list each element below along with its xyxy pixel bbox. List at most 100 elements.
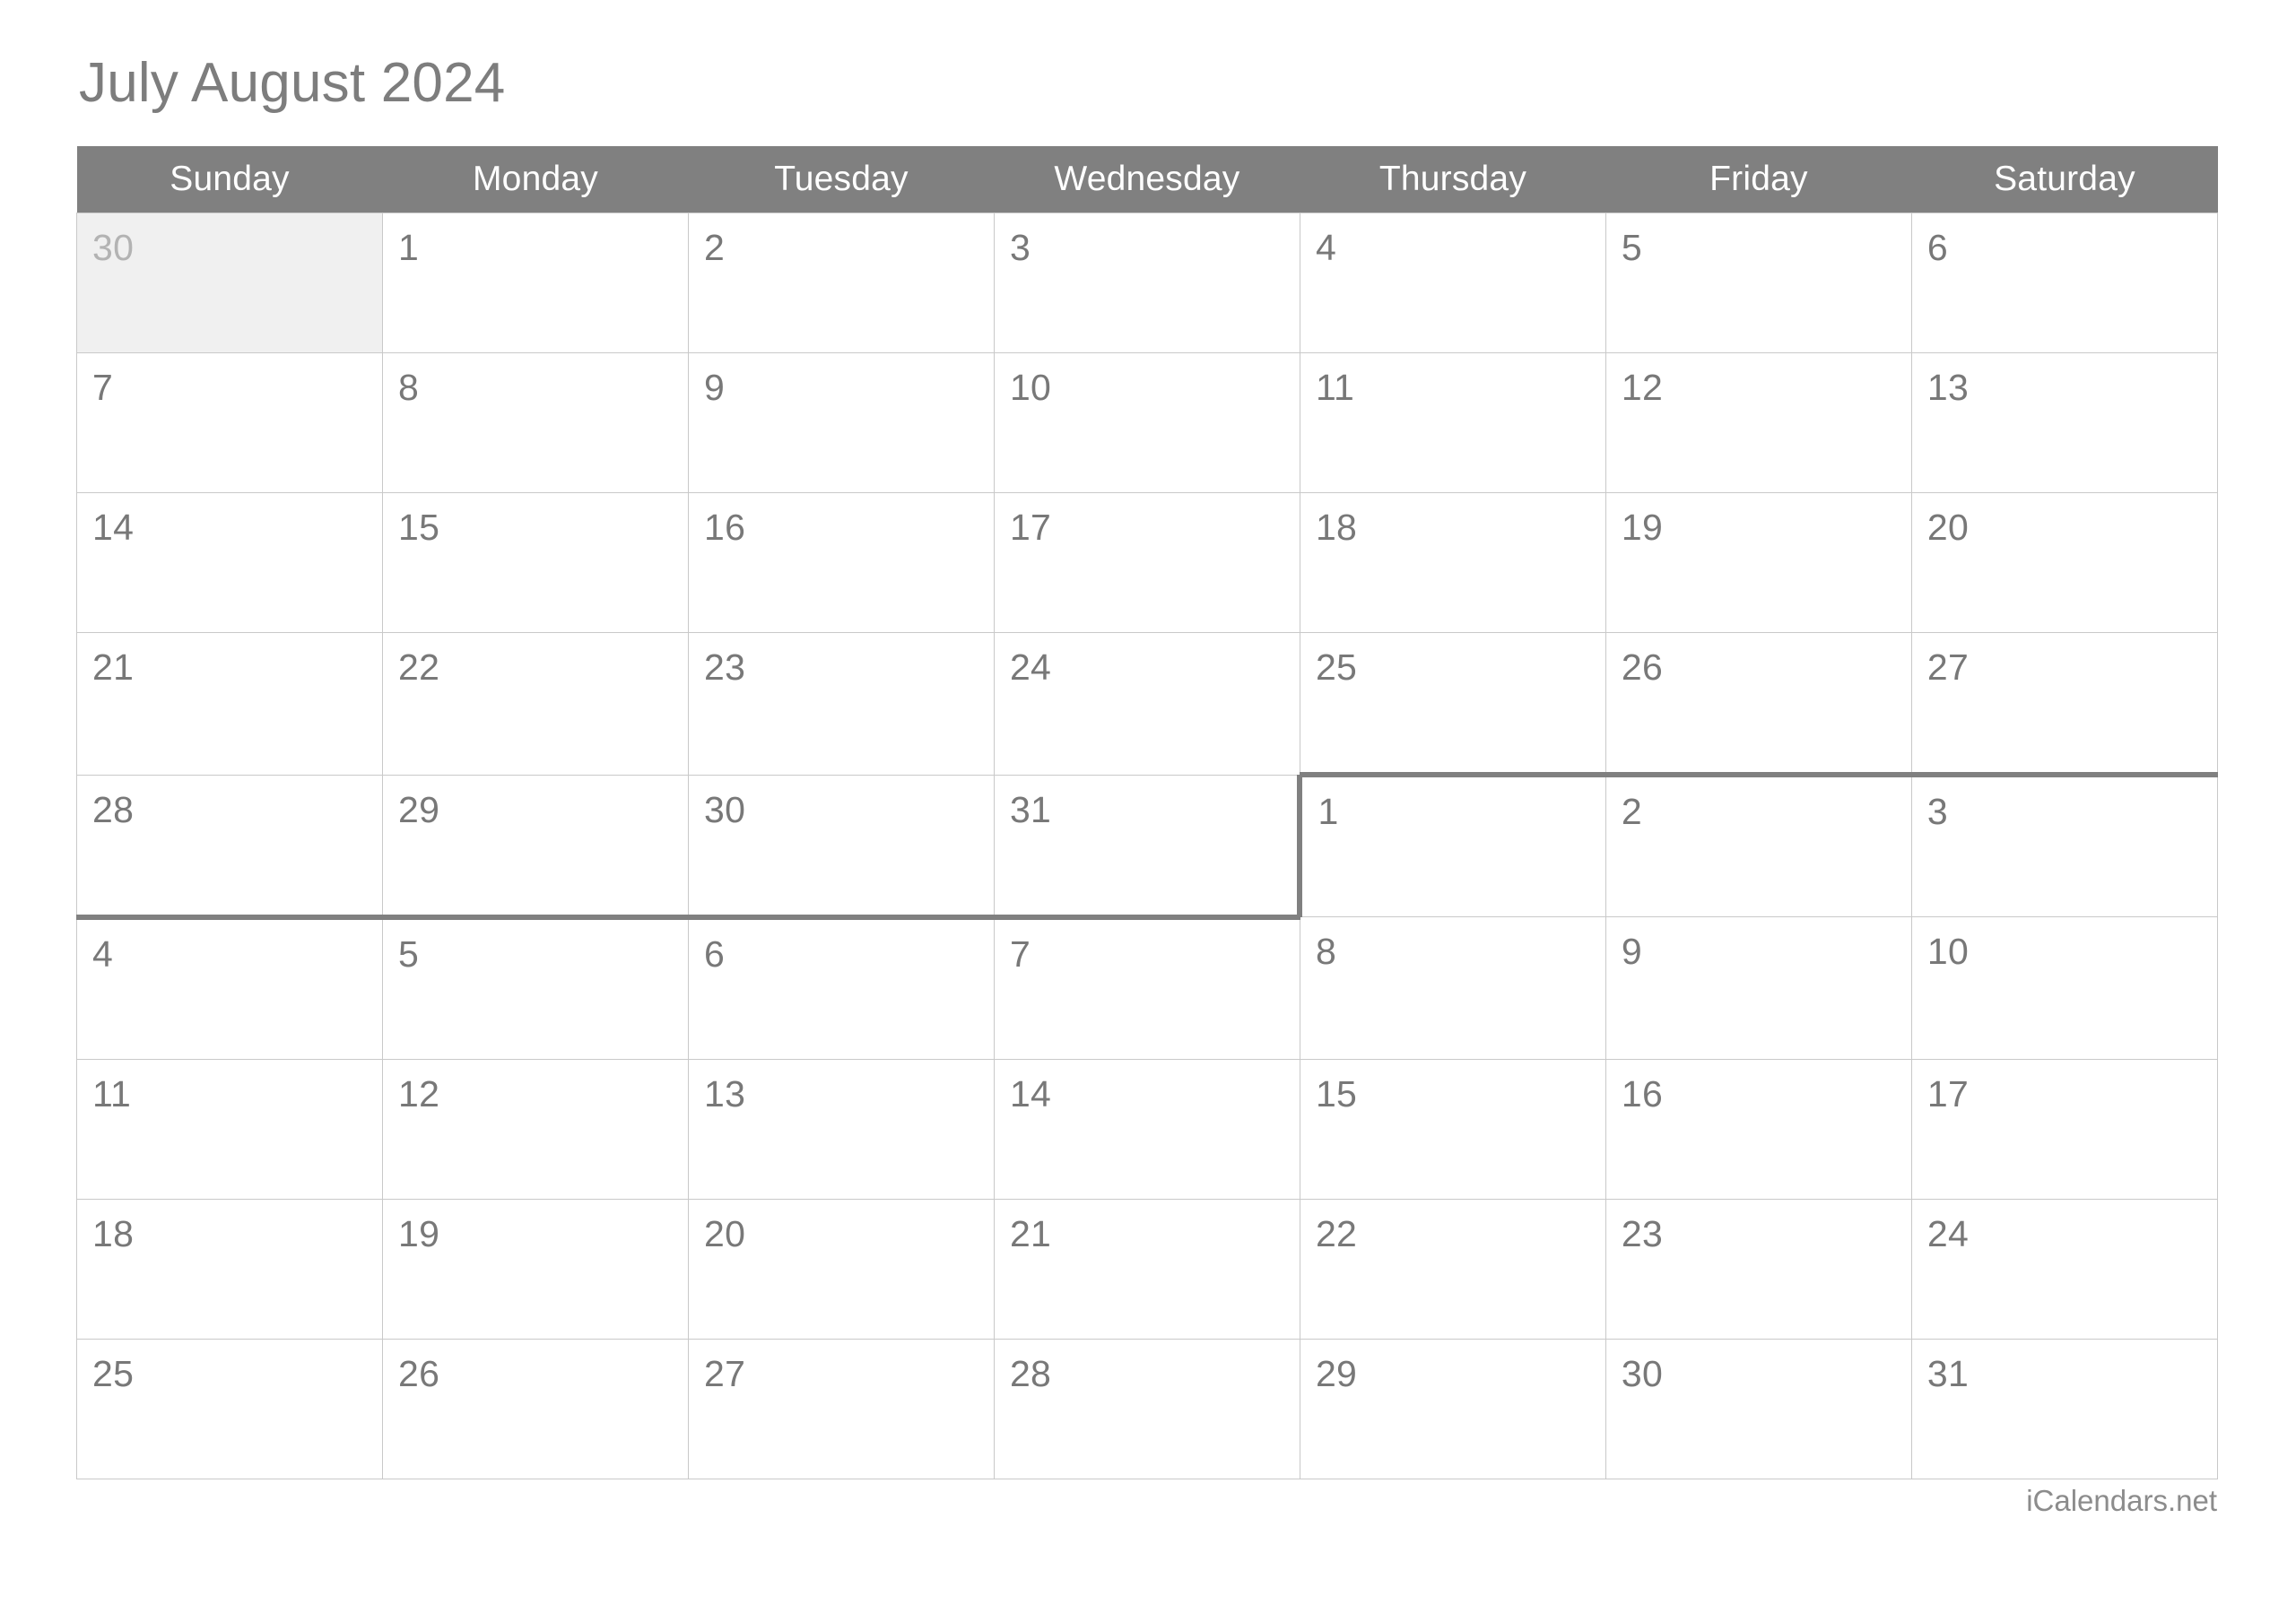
calendar-day-cell[interactable]: 12 <box>381 1058 689 1200</box>
calendar-day-cell[interactable]: 15 <box>1299 1058 1606 1200</box>
calendar-day-cell[interactable]: 6 <box>687 916 995 1060</box>
calendar-day-cell[interactable]: 13 <box>687 1058 995 1200</box>
day-number: 13 <box>703 1072 746 1115</box>
day-number: 19 <box>1621 507 1664 548</box>
calendar-day-cell[interactable]: 21 <box>76 632 383 776</box>
calendar-day-cell[interactable]: 5 <box>381 916 689 1060</box>
calendar-day-cell[interactable]: 31 <box>993 774 1300 920</box>
calendar-day-cell[interactable]: 7 <box>76 352 383 493</box>
day-number: 2 <box>1621 791 1643 832</box>
calendar-day-cell[interactable]: 9 <box>1605 916 1912 1060</box>
calendar-day-cell[interactable]: 30 <box>76 213 383 353</box>
calendar-day-cell[interactable]: 4 <box>1299 213 1606 353</box>
weekday-header-saturday: Saturday <box>1911 146 2218 213</box>
calendar-day-cell[interactable]: 16 <box>687 492 995 633</box>
calendar-day-cell[interactable]: 8 <box>381 352 689 493</box>
calendar-day-cell[interactable]: 19 <box>381 1198 689 1340</box>
calendar-day-cell[interactable]: 29 <box>1299 1338 1606 1479</box>
calendar-day-cell[interactable]: 26 <box>381 1338 689 1479</box>
day-number: 16 <box>703 507 746 548</box>
calendar-day-cell[interactable]: 20 <box>687 1198 995 1340</box>
calendar-day-cell[interactable]: 15 <box>381 492 689 633</box>
day-number: 8 <box>397 367 420 408</box>
calendar-day-cell[interactable]: 19 <box>1605 492 1912 633</box>
calendar-day-cell[interactable]: 22 <box>1299 1198 1606 1340</box>
day-number: 23 <box>703 646 746 688</box>
calendar-day-cell[interactable]: 18 <box>76 1198 383 1340</box>
calendar-day-cell[interactable]: 17 <box>1910 1058 2219 1200</box>
day-number: 16 <box>1621 1072 1664 1115</box>
calendar-day-cell[interactable]: 10 <box>1910 916 2219 1060</box>
calendar-day-cell[interactable]: 3 <box>1910 772 2219 917</box>
calendar-body: 30 1 2 3 4 5 6 7 8 9 10 11 12 13 14 15 16 17 18 19 20 21 22 23 2… <box>76 213 2219 1479</box>
calendar-day-cell[interactable]: 27 <box>687 1338 995 1479</box>
calendar-day-cell[interactable]: 24 <box>1910 1198 2219 1340</box>
day-number: 20 <box>1926 507 1970 548</box>
calendar-day-cell[interactable]: 31 <box>1910 1338 2219 1479</box>
calendar-day-cell[interactable]: 14 <box>993 1058 1300 1200</box>
calendar-day-cell[interactable]: 22 <box>381 632 689 776</box>
day-number: 29 <box>1315 1352 1358 1394</box>
calendar-day-cell[interactable]: 10 <box>993 352 1300 493</box>
calendar-day-cell[interactable]: 17 <box>993 492 1300 633</box>
calendar-day-cell[interactable]: 30 <box>1605 1338 1912 1479</box>
calendar-day-cell[interactable]: 28 <box>76 774 383 920</box>
day-number: 25 <box>1315 646 1358 688</box>
day-number: 22 <box>1315 1212 1358 1254</box>
calendar-day-cell[interactable]: 2 <box>687 213 995 353</box>
calendar-day-cell[interactable]: 25 <box>76 1338 383 1479</box>
day-number: 15 <box>1315 1072 1358 1115</box>
day-number: 7 <box>1009 932 1031 975</box>
day-number: 21 <box>1009 1212 1052 1254</box>
day-number: 6 <box>1926 227 1949 268</box>
day-number: 18 <box>1315 507 1358 548</box>
weekday-header-tuesday: Tuesday <box>688 146 995 213</box>
day-number: 5 <box>1621 227 1643 268</box>
calendar-day-cell[interactable]: 23 <box>1605 1198 1912 1340</box>
calendar-day-cell[interactable]: 1 <box>1297 772 1606 917</box>
day-number: 4 <box>92 932 114 975</box>
calendar-day-cell[interactable]: 28 <box>993 1338 1300 1479</box>
calendar-day-cell[interactable]: 7 <box>993 916 1300 1060</box>
calendar-grid: Sunday Monday Tuesday Wednesday Thursday Frid… <box>76 146 2219 1479</box>
calendar-week-row: 25 26 27 28 29 30 31 <box>76 1338 2219 1479</box>
calendar-day-cell[interactable]: 27 <box>1910 632 2219 776</box>
day-number: 9 <box>703 367 726 408</box>
calendar-day-cell[interactable]: 6 <box>1910 213 2219 353</box>
calendar-day-cell[interactable]: 25 <box>1299 632 1606 776</box>
day-number: 25 <box>92 1352 135 1394</box>
calendar-day-cell[interactable]: 11 <box>1299 352 1606 493</box>
day-number: 30 <box>703 788 746 830</box>
calendar-day-cell[interactable]: 20 <box>1910 492 2219 633</box>
calendar-day-cell[interactable]: 24 <box>993 632 1300 776</box>
calendar-day-cell[interactable]: 5 <box>1605 213 1912 353</box>
calendar-day-cell[interactable]: 9 <box>687 352 995 493</box>
calendar-day-cell[interactable]: 1 <box>381 213 689 353</box>
calendar-day-cell[interactable]: 2 <box>1605 772 1912 917</box>
day-number: 12 <box>397 1072 440 1115</box>
calendar-day-cell[interactable]: 18 <box>1299 492 1606 633</box>
day-number: 10 <box>1926 931 1970 972</box>
calendar-day-cell[interactable]: 29 <box>381 774 689 920</box>
calendar-day-cell[interactable]: 21 <box>993 1198 1300 1340</box>
calendar-day-cell[interactable]: 30 <box>687 774 995 920</box>
calendar-day-cell[interactable]: 11 <box>76 1058 383 1200</box>
calendar-day-cell[interactable]: 23 <box>687 632 995 776</box>
day-number: 17 <box>1009 507 1052 548</box>
calendar-day-cell[interactable]: 16 <box>1605 1058 1912 1200</box>
calendar-day-cell[interactable]: 14 <box>76 492 383 633</box>
day-number: 8 <box>1315 931 1337 972</box>
day-number: 3 <box>1009 227 1031 268</box>
day-number: 19 <box>397 1212 440 1254</box>
calendar-day-cell[interactable]: 13 <box>1910 352 2219 493</box>
calendar-day-cell[interactable]: 12 <box>1605 352 1912 493</box>
calendar-day-cell[interactable]: 26 <box>1605 632 1912 776</box>
day-number: 20 <box>703 1212 746 1254</box>
day-number: 2 <box>703 227 726 268</box>
calendar-day-cell[interactable]: 3 <box>993 213 1300 353</box>
weekday-header-monday: Monday <box>382 146 689 213</box>
calendar-day-cell[interactable]: 8 <box>1299 916 1606 1060</box>
calendar-week-row: 18 19 20 21 22 23 24 <box>76 1198 2219 1340</box>
day-number: 28 <box>1009 1352 1052 1394</box>
calendar-day-cell[interactable]: 4 <box>76 916 383 1060</box>
